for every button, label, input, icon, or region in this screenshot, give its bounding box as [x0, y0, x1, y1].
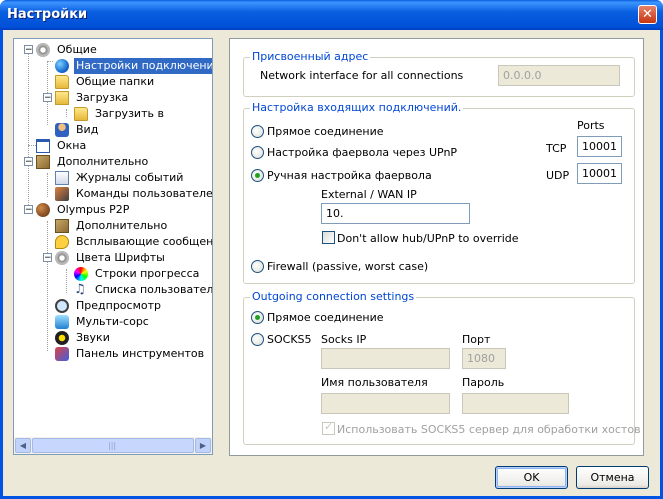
incoming-upnp-label[interactable]: Настройка фаервола через UPnP — [267, 146, 457, 159]
scroll-right-button[interactable]: ▶ — [195, 438, 211, 453]
udp-label: UDP — [546, 169, 570, 182]
preview-icon — [55, 299, 69, 313]
socks-port-field[interactable]: 1080 — [462, 348, 506, 369]
assigned-address-legend: Присвоенный адрес — [250, 50, 371, 63]
windows-icon — [36, 139, 50, 153]
ports-label: Ports — [577, 119, 605, 132]
shared-folder-icon — [55, 75, 69, 89]
userlist-icon: ♫ — [74, 282, 86, 297]
close-button[interactable]: ✕ — [638, 5, 657, 24]
advanced-icon — [36, 155, 50, 169]
logs-icon — [55, 171, 69, 185]
socks-port-label: Порт — [462, 333, 491, 346]
expand-toggle[interactable]: − — [43, 253, 52, 263]
expand-toggle[interactable]: − — [43, 93, 52, 103]
socks-ip-field[interactable] — [321, 348, 450, 369]
external-ip-field[interactable]: 10. — [321, 203, 470, 224]
appearance-icon — [55, 123, 69, 137]
advanced-icon — [55, 219, 69, 233]
colors-icon — [55, 251, 69, 265]
tcp-port-field[interactable]: 10001 — [577, 136, 622, 157]
progress-icon — [74, 267, 88, 281]
scroll-thumb[interactable] — [32, 438, 194, 453]
window-title: Настройки — [7, 7, 88, 22]
outgoing-socks-radio[interactable] — [251, 333, 264, 346]
dont-allow-override-label[interactable]: Don't allow hub/UPnP to override — [337, 232, 519, 245]
toolbar-icon — [55, 347, 69, 361]
settings-tree[interactable]: − − − − − Общие Настройки подключения Об… — [13, 38, 213, 455]
incoming-manual-label[interactable]: Ручная настройка фаервола — [267, 169, 432, 182]
general-icon — [36, 43, 50, 57]
tcp-label: TCP — [546, 142, 567, 155]
expand-toggle[interactable]: − — [24, 157, 33, 167]
socks-pass-label: Пароль — [462, 376, 505, 389]
connection-globe-icon — [55, 59, 69, 73]
tree-horizontal-scrollbar[interactable]: ◀ ▶ — [14, 437, 212, 454]
incoming-connections-group: Настройка входящих подключений. Ports Пр… — [243, 101, 635, 284]
multisource-icon — [55, 315, 69, 329]
title-bar[interactable]: Настройки ✕ — [0, 0, 663, 30]
expand-toggle[interactable]: − — [24, 205, 33, 215]
sounds-icon — [55, 331, 69, 345]
socks-pass-field[interactable] — [462, 393, 569, 414]
expand-toggle[interactable]: − — [24, 45, 33, 55]
folder-icon — [74, 107, 88, 121]
incoming-legend: Настройка входящих подключений. — [250, 101, 464, 114]
incoming-upnp-radio[interactable] — [251, 146, 264, 159]
settings-window: Настройки ✕ − − − − − Общие Настройки по… — [0, 0, 663, 499]
incoming-manual-radio[interactable] — [251, 169, 264, 182]
network-interface-label: Network interface for all connections — [260, 69, 464, 82]
socks-user-field[interactable] — [321, 393, 450, 414]
outgoing-direct-radio[interactable] — [251, 311, 264, 324]
outgoing-connections-group: Outgoing connection settings Прямое соед… — [243, 290, 641, 445]
use-socks-resolve-label[interactable]: Использовать SOCKS5 сервер для обработки… — [337, 423, 641, 436]
scroll-left-button[interactable]: ◀ — [15, 438, 31, 453]
dont-allow-override-checkbox[interactable] — [322, 231, 335, 244]
incoming-passive-label[interactable]: Firewall (passive, worst case) — [267, 260, 428, 273]
outgoing-socks-label[interactable]: SOCKS5 — [267, 333, 312, 346]
dialog-client: − − − − − Общие Настройки подключения Об… — [3, 30, 660, 496]
outgoing-direct-label[interactable]: Прямое соединение — [267, 311, 384, 324]
download-icon — [55, 91, 69, 105]
settings-panel: Присвоенный адрес Network interface for … — [229, 38, 644, 456]
socks-ip-label: Socks IP — [321, 333, 367, 346]
network-interface-field[interactable]: 0.0.0.0 — [498, 65, 620, 86]
socks-user-label: Имя пользователя — [321, 376, 428, 389]
user-commands-icon — [55, 187, 69, 201]
use-socks-resolve-checkbox[interactable] — [322, 420, 335, 435]
close-icon: ✕ — [642, 7, 653, 22]
ok-button[interactable]: OK — [495, 466, 568, 489]
incoming-passive-radio[interactable] — [251, 260, 264, 273]
incoming-direct-label[interactable]: Прямое соединение — [267, 125, 384, 138]
popup-icon — [55, 235, 69, 249]
external-ip-label: External / WAN IP — [321, 188, 417, 201]
outgoing-legend: Outgoing connection settings — [250, 290, 417, 303]
cancel-button[interactable]: Отмена — [576, 466, 649, 489]
assigned-address-group: Присвоенный адрес Network interface for … — [243, 50, 635, 97]
udp-port-field[interactable]: 10001 — [577, 163, 622, 184]
olympus-icon — [36, 203, 50, 217]
incoming-direct-radio[interactable] — [251, 125, 264, 138]
